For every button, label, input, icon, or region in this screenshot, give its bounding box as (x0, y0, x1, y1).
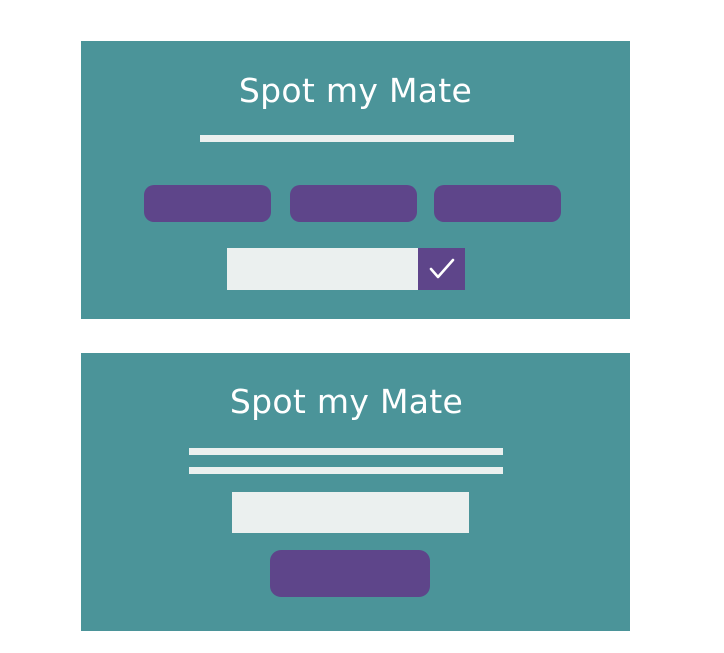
search-input[interactable] (227, 248, 418, 290)
app-title: Spot my Mate (238, 71, 473, 110)
wireframe-canvas: Spot my Mate Spot my Mate (0, 0, 724, 653)
choice-button-2[interactable] (290, 185, 417, 222)
choice-button-1[interactable] (144, 185, 271, 222)
choice-button-3[interactable] (434, 185, 561, 222)
title-underline (200, 135, 514, 142)
text-line-1 (189, 448, 503, 455)
screen-panel-2: Spot my Mate (81, 353, 630, 631)
checkmark-icon (427, 257, 457, 281)
screen-panel-1: Spot my Mate (81, 41, 630, 319)
submit-button[interactable] (270, 550, 430, 597)
confirm-button[interactable] (418, 248, 465, 290)
app-title: Spot my Mate (229, 382, 464, 421)
text-line-2 (189, 467, 503, 474)
text-input[interactable] (232, 492, 469, 533)
